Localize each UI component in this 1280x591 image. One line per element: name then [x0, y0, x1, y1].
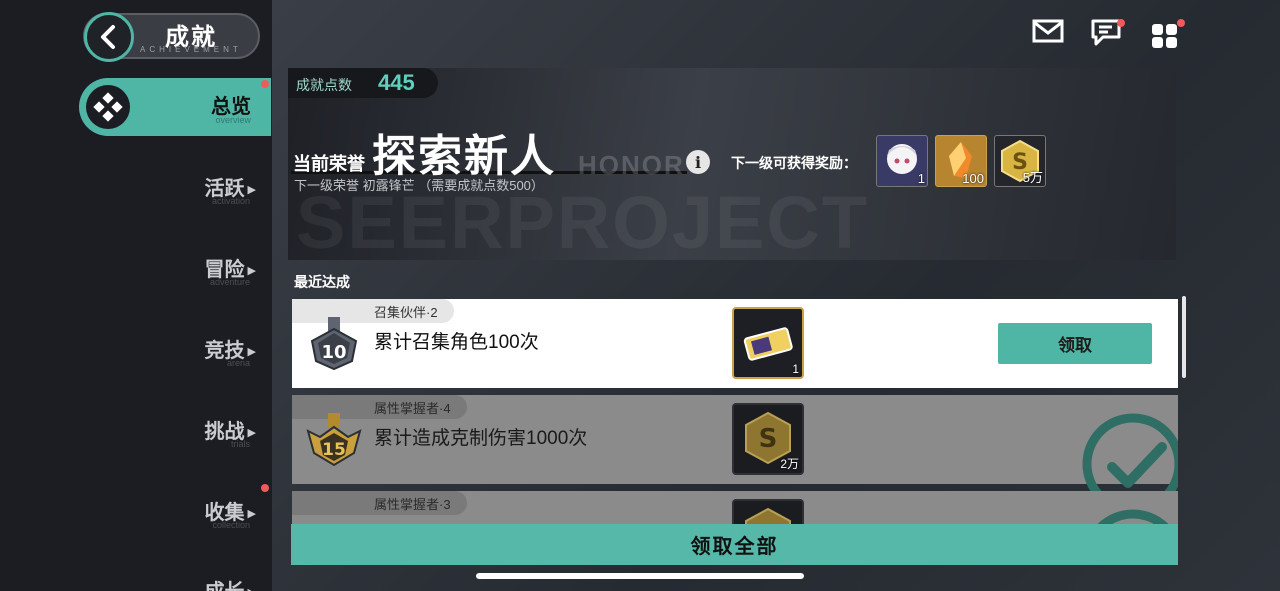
- notification-dot: [261, 484, 269, 492]
- points-label: 成就点数: [296, 77, 352, 93]
- reward-count: 1: [917, 171, 925, 186]
- honor-watermark: HONOR: [578, 150, 685, 180]
- sidebar-item-sub: overview: [215, 115, 251, 125]
- reward-tile[interactable]: 1: [876, 135, 928, 187]
- sidebar: 成就 ACHIEVEMENT 总览 overview 活跃 ▶ activatio…: [0, 0, 272, 591]
- chat-icon[interactable]: [1090, 18, 1126, 53]
- reward-tile[interactable]: 100: [935, 135, 987, 187]
- overview-icon: [86, 85, 130, 129]
- achievement-card: 召集伙伴·2 10 累计召集角色100次 1 领取: [292, 299, 1178, 388]
- chevron-right-icon: ▶: [247, 265, 256, 278]
- points-value: 445: [378, 70, 415, 95]
- achievement-category: 属性掌握者·3: [292, 491, 467, 515]
- sidebar-item-sub: collection: [212, 520, 250, 530]
- list-scrollbar[interactable]: [1182, 296, 1186, 378]
- sidebar-item-sub: activation: [211, 196, 250, 206]
- back-button[interactable]: [84, 12, 134, 62]
- achievement-list[interactable]: 召集伙伴·2 10 累计召集角色100次 1 领取 属性掌握者·4 15 累计造…: [292, 299, 1178, 539]
- medal-number: 15: [322, 440, 346, 460]
- notification-dot: [261, 80, 269, 88]
- chevron-right-icon: ▶: [247, 508, 256, 521]
- sidebar-item-sub: trials: [230, 439, 250, 449]
- svg-text:S: S: [759, 424, 778, 454]
- home-indicator[interactable]: [476, 573, 804, 579]
- sidebar-item-label: 成长: [205, 581, 245, 591]
- next-honor-text: 下一级荣誉 初露锋芒 （需要成就点数500）: [294, 178, 544, 193]
- claim-all-button[interactable]: 领取全部: [291, 524, 1178, 565]
- reward-count: 100: [962, 171, 984, 186]
- grid-menu-icon[interactable]: [1150, 18, 1186, 55]
- chevron-right-icon: ▶: [247, 184, 256, 197]
- chevron-right-icon: ▶: [247, 427, 256, 440]
- mail-icon[interactable]: [1032, 18, 1064, 49]
- achievement-description: 累计造成克制伤害1000次: [374, 428, 588, 449]
- achievement-description: 累计召集角色100次: [374, 332, 539, 353]
- claim-button[interactable]: 领取: [998, 323, 1152, 364]
- sidebar-item-sub: arena: [226, 358, 250, 368]
- reward-count: 5万: [1022, 170, 1043, 185]
- medal-15-icon: 15: [306, 413, 362, 467]
- achievement-card: 属性掌握者·4 15 累计造成克制伤害1000次 S 2万: [292, 395, 1178, 515]
- chevron-right-icon: ▶: [247, 346, 256, 359]
- chevron-right-icon: ▶: [248, 587, 256, 591]
- reward-tile[interactable]: S 2万: [732, 403, 804, 475]
- page-subtitle: ACHIEVEMENT: [140, 45, 242, 54]
- reward-tile[interactable]: 1: [732, 307, 804, 379]
- medal-number: 10: [321, 342, 346, 363]
- back-arrow-icon: [101, 25, 115, 49]
- reward-count: 2万: [780, 457, 799, 471]
- recent-title: 最近达成: [294, 274, 350, 290]
- info-icon[interactable]: i: [686, 150, 710, 174]
- sidebar-item-sub: adventure: [209, 277, 250, 287]
- reward-count: 1: [792, 362, 799, 376]
- reward-tile[interactable]: S 5万: [994, 135, 1046, 187]
- current-honor-label: 当前荣誉: [293, 154, 365, 174]
- reward-title: 下一级可获得奖励：: [731, 155, 857, 171]
- medal-10-icon: 10: [310, 317, 358, 371]
